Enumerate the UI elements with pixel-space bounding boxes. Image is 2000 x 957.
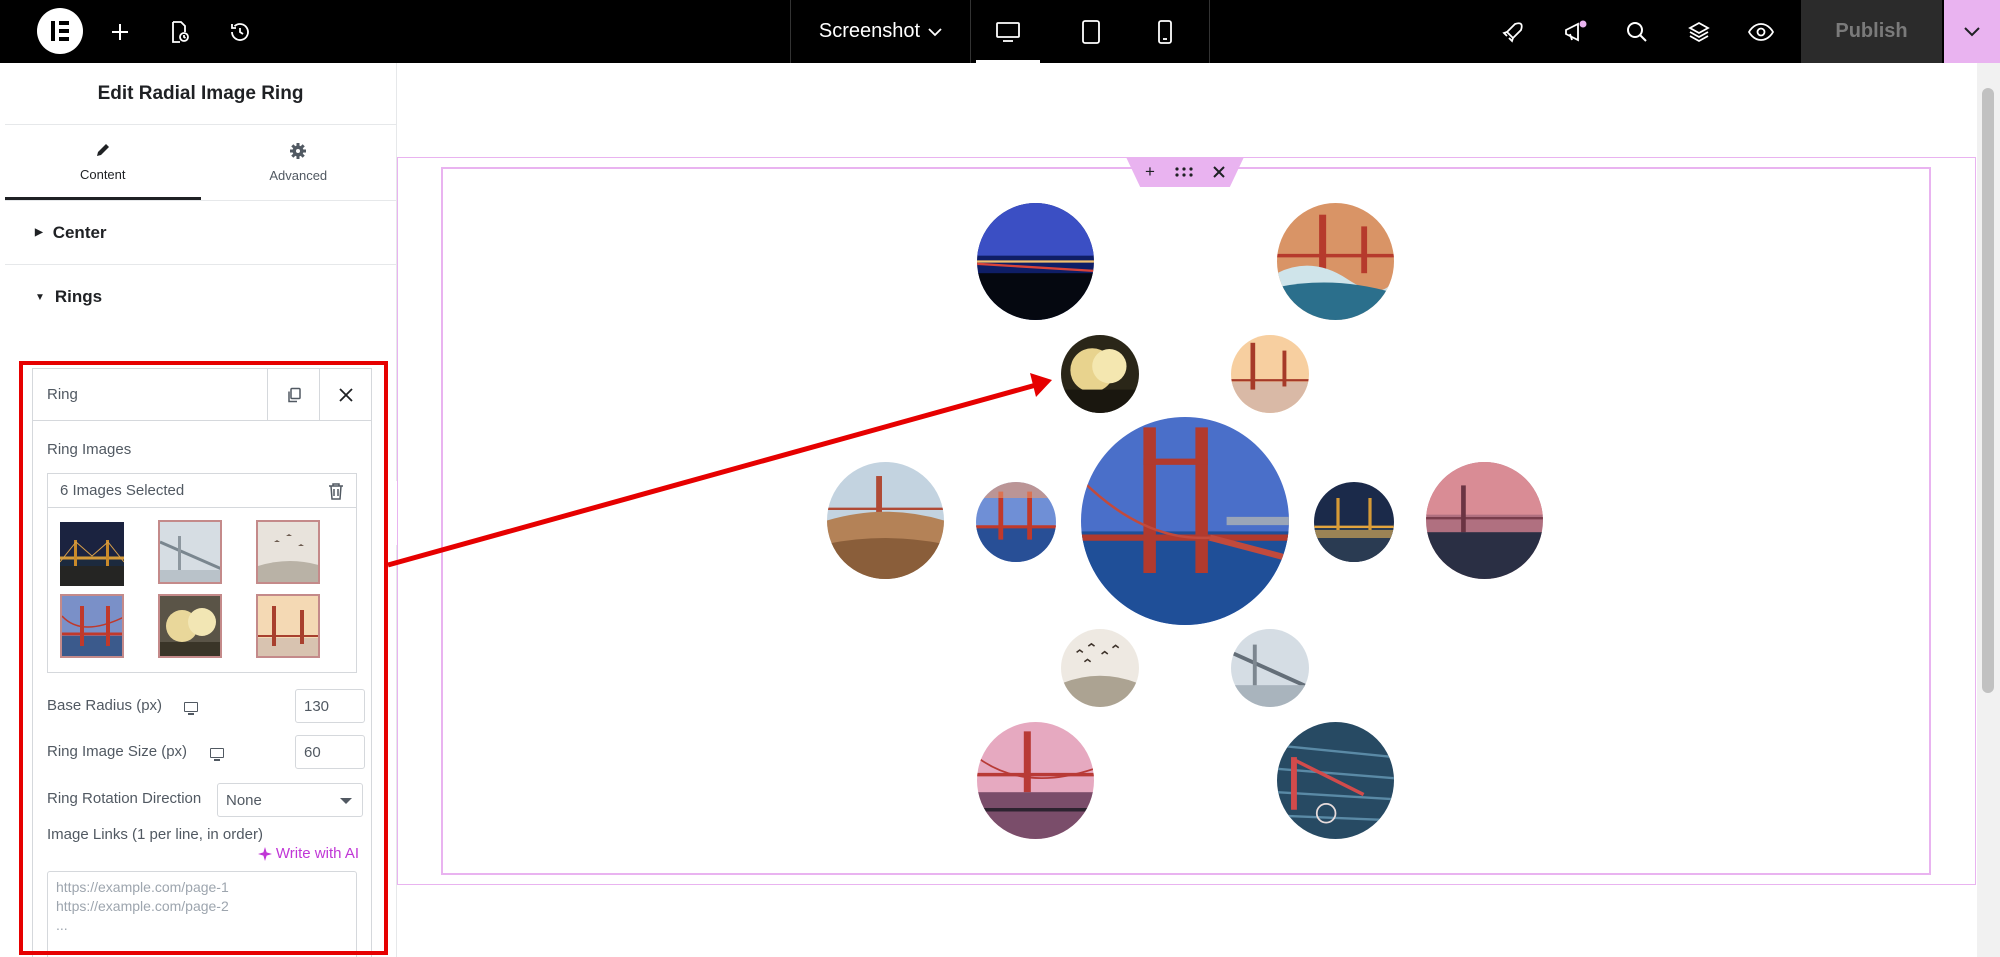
ring-item-title: Ring	[47, 386, 78, 403]
section-center-label: Center	[52, 222, 107, 242]
ring-image[interactable]	[977, 203, 1094, 320]
add-element-icon[interactable]	[98, 10, 142, 54]
ring-image[interactable]	[976, 482, 1056, 562]
publish-options-button[interactable]	[1944, 0, 2000, 63]
gallery-thumb[interactable]	[60, 594, 124, 658]
page-settings-icon[interactable]	[157, 10, 201, 54]
trash-icon[interactable]	[328, 482, 344, 500]
scrollbar-thumb[interactable]	[1982, 88, 1994, 693]
caret-right-icon: ▶	[35, 227, 43, 238]
tab-advanced[interactable]: Advanced	[201, 125, 397, 200]
mobile-view-icon[interactable]	[1129, 0, 1201, 63]
responsive-desktop-icon[interactable]	[184, 702, 198, 715]
caret-down-icon: ▼	[35, 291, 45, 303]
responsive-desktop-icon[interactable]	[210, 748, 224, 761]
ring-image[interactable]	[1061, 335, 1139, 413]
chevron-down-icon	[1964, 26, 1980, 36]
write-with-ai-label: Write with AI	[275, 845, 359, 862]
elementor-logo-icon[interactable]	[37, 8, 83, 54]
ring-image-size-label-text: Ring Image Size (px)	[47, 743, 188, 760]
ring-repeater-item: Ring Ring Images 6 Images Selected Base …	[32, 368, 372, 957]
gallery-thumb[interactable]	[256, 520, 320, 584]
base-radius-label: Base Radius (px)	[47, 697, 162, 714]
announcements-icon[interactable]	[1553, 10, 1597, 54]
ring-image[interactable]	[1231, 629, 1309, 707]
pencil-icon	[96, 143, 109, 156]
ring-image-size-input[interactable]: 60	[295, 735, 365, 769]
tab-advanced-label: Advanced	[269, 168, 328, 183]
document-title-dropdown[interactable]: Screenshot	[790, 0, 970, 63]
rotation-direction-select[interactable]: None	[217, 783, 363, 817]
duplicate-ring-button[interactable]	[267, 368, 319, 421]
top-bar: Screenshot Publish	[0, 0, 2000, 63]
ring-images-label: Ring Images	[47, 441, 132, 458]
images-selected-count: 6 Images Selected	[60, 482, 185, 499]
ring-images-gallery[interactable]: 6 Images Selected	[47, 473, 357, 673]
preview-eye-icon[interactable]	[1739, 10, 1783, 54]
device-switcher	[970, 0, 1210, 63]
gallery-thumb[interactable]	[60, 522, 124, 586]
drag-handle-icon[interactable]	[1175, 167, 1193, 177]
ring-image[interactable]	[1277, 722, 1394, 839]
ring-image-size-label: Ring Image Size (px)	[47, 743, 187, 760]
ring-image[interactable]	[977, 722, 1094, 839]
tab-content-label: Content	[79, 166, 126, 182]
ring-image[interactable]	[827, 462, 944, 579]
editor-panel: Edit Radial Image Ring Content Advanced …	[5, 63, 397, 957]
image-links-textarea[interactable]: https://example.com/page-1 https://examp…	[47, 871, 357, 957]
section-handle: +	[1126, 157, 1244, 187]
history-icon[interactable]	[218, 10, 262, 54]
ring-image[interactable]	[1277, 203, 1394, 320]
ring-image[interactable]	[1231, 335, 1309, 413]
rocket-icon[interactable]	[1491, 10, 1535, 54]
ring-image[interactable]	[1061, 629, 1139, 707]
center-image[interactable]	[1081, 417, 1289, 625]
panel-title: Edit Radial Image Ring	[5, 63, 396, 125]
close-icon	[338, 387, 353, 402]
sparkle-icon	[257, 846, 272, 861]
section-rings-label: Rings	[54, 287, 103, 306]
tab-content[interactable]: Content	[5, 125, 201, 200]
rotation-direction-label: Ring Rotation Direction	[47, 790, 202, 807]
document-title: Screenshot	[818, 20, 921, 42]
desktop-view-icon[interactable]	[972, 0, 1044, 63]
copy-icon	[287, 387, 301, 402]
gear-icon	[290, 143, 307, 159]
search-icon[interactable]	[1615, 10, 1659, 54]
write-with-ai-button[interactable]: Write with AI	[257, 845, 359, 862]
section-center[interactable]: ▶ Center	[5, 201, 396, 265]
publish-button[interactable]: Publish	[1801, 0, 1942, 63]
ring-image[interactable]	[1426, 462, 1543, 579]
gallery-thumb[interactable]	[158, 594, 222, 658]
chevron-down-icon	[928, 27, 942, 36]
section-rings[interactable]: ▼ Rings	[5, 265, 396, 329]
canvas-scrollbar[interactable]	[1977, 63, 2000, 957]
base-radius-input[interactable]: 130	[295, 689, 365, 723]
ring-item-header[interactable]: Ring	[33, 368, 371, 421]
add-section-icon[interactable]: +	[1145, 162, 1155, 182]
tablet-view-icon[interactable]	[1055, 0, 1127, 63]
ring-image[interactable]	[1314, 482, 1394, 562]
close-icon[interactable]	[1213, 166, 1225, 178]
remove-ring-button[interactable]	[319, 368, 371, 421]
image-links-label: Image Links (1 per line, in order)	[47, 826, 263, 843]
structure-layers-icon[interactable]	[1677, 10, 1721, 54]
base-radius-label-text: Base Radius (px)	[47, 697, 163, 714]
panel-tabs: Content Advanced	[5, 125, 396, 201]
gallery-thumb[interactable]	[256, 594, 320, 658]
gallery-thumb[interactable]	[158, 520, 222, 584]
